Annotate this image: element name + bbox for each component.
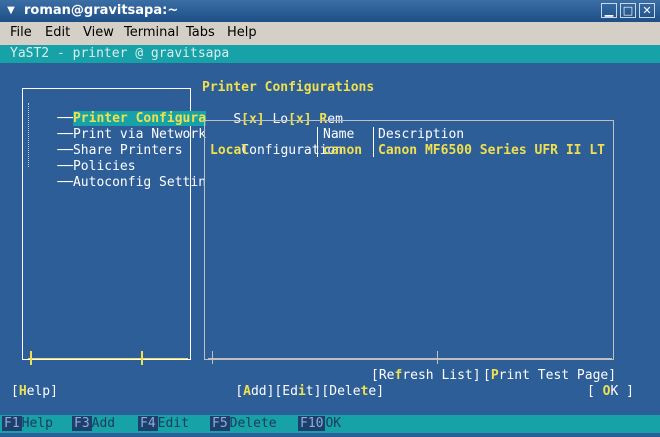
sidebar-item-policies[interactable]: ──Policies (26, 143, 135, 174)
column-divider (317, 127, 318, 157)
sidebar-scroll-left-marker (30, 351, 32, 365)
fkey-help[interactable]: F1 Help (2, 415, 53, 433)
add-button[interactable]: [Add] (235, 384, 274, 399)
print-test-page-button[interactable]: [Print Test Page] (483, 368, 616, 384)
table-scroll-left-marker (212, 351, 213, 364)
fkey-ok[interactable]: F10 OK (298, 415, 341, 433)
cell-description: Canon MF6500 Series UFR II LT (378, 143, 605, 158)
menubar: File Edit View Terminal Tabs Help (0, 22, 660, 44)
sidebar-item-autoconfig-settings[interactable]: ──Autoconfig Settin (26, 159, 206, 190)
ok-button[interactable]: [ OK ] (587, 384, 634, 400)
fkey-delete[interactable]: F5 Delete (210, 415, 277, 433)
menu-terminal[interactable]: Terminal (124, 25, 179, 40)
menu-view[interactable]: View (83, 25, 114, 40)
maximize-icon[interactable]: □ (620, 3, 636, 18)
delete-button[interactable]: [Delete] (321, 384, 384, 399)
column-header-name[interactable]: Name (323, 127, 354, 143)
menu-help[interactable]: Help (227, 25, 257, 40)
tree-connector (28, 103, 30, 167)
cell-name: canon (323, 143, 363, 158)
window-title: roman@gravitsapa:~ (24, 3, 179, 18)
menu-file[interactable]: File (10, 25, 32, 40)
column-header-description[interactable]: Description (378, 127, 464, 143)
sidebar-scrollbar[interactable] (28, 358, 188, 359)
cell-configuration: Local (210, 143, 250, 158)
column-divider (373, 127, 374, 157)
yast-title: YaST2 - printer @ gravitsapa (0, 45, 660, 63)
table-scroll-thumb[interactable] (437, 351, 438, 364)
action-buttons: [Add][Edit][Delete] (204, 368, 384, 399)
table-scrollbar[interactable] (208, 358, 612, 359)
sidebar-item-print-via-network[interactable]: ──Print via Network (26, 111, 206, 142)
fkey-edit[interactable]: F4 Edit (138, 415, 189, 433)
menu-edit[interactable]: Edit (45, 25, 70, 40)
down-arrow-icon[interactable]: ▼ (4, 4, 18, 18)
edit-button[interactable]: [Edit] (274, 384, 321, 399)
function-key-bar: F1 Help F3 Add F4 Edit F5 Delete F10 OK (0, 415, 660, 433)
close-icon[interactable]: ✕ (639, 3, 655, 18)
sidebar-item-label: Autoconfig Settin (72, 175, 207, 190)
sidebar-scroll-thumb[interactable] (141, 351, 143, 365)
section-title: Printer Configurations (202, 80, 375, 95)
minimize-icon[interactable]: ▁ (601, 3, 617, 18)
terminal: YaST2 - printer @ gravitsapa ──Printer C… (0, 45, 660, 437)
sidebar-item-share-printers[interactable]: ──Share Printers (26, 127, 182, 158)
fkey-add[interactable]: F3 Add (72, 415, 115, 433)
filter-bar: S[x] Lo[x] Rem (202, 96, 343, 127)
help-button[interactable]: [Help] (11, 384, 58, 400)
window-titlebar: ▼ roman@gravitsapa:~ ▁ □ ✕ (0, 0, 660, 22)
menu-tabs[interactable]: Tabs (186, 25, 215, 40)
sidebar-item-printer-configurations[interactable]: ──Printer Configura (26, 95, 207, 126)
refresh-list-button[interactable]: [Refresh List] (371, 368, 481, 384)
